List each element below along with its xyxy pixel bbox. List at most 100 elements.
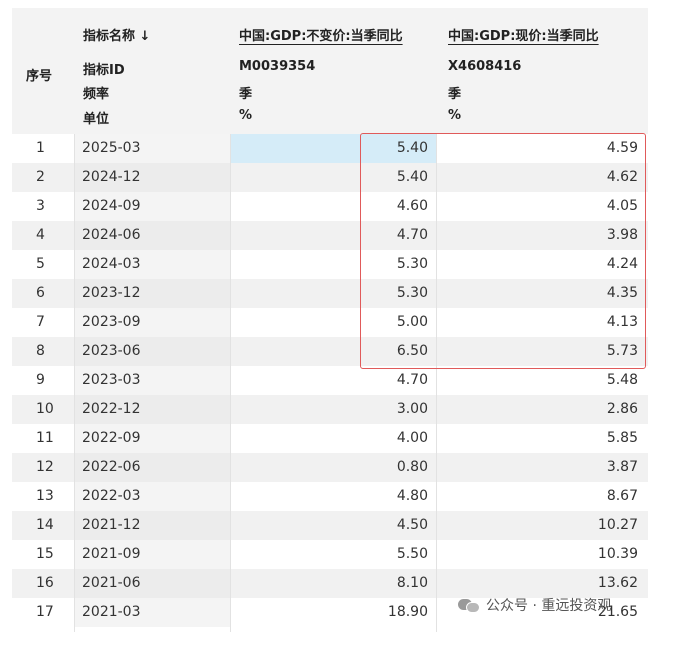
table-row[interactable]: 6 2023-12 5.30 4.35 (12, 279, 648, 308)
row-value-series2[interactable]: 4.05 (436, 192, 648, 221)
row-index[interactable]: 3 (12, 192, 74, 221)
row-index[interactable]: 5 (12, 250, 74, 279)
row-value-series1[interactable]: 6.50 (230, 337, 436, 366)
column-divider (74, 134, 75, 632)
table-row[interactable]: 14 2021-12 4.50 10.27 (12, 511, 648, 540)
row-value-series1[interactable]: 5.50 (230, 540, 436, 569)
row-index[interactable]: 17 (12, 598, 74, 627)
series1-unit: % (239, 108, 253, 123)
wechat-icon (458, 597, 480, 613)
row-date[interactable]: 2022-12 (74, 395, 230, 424)
row-date[interactable]: 2021-03 (74, 598, 230, 627)
row-value-series2[interactable]: 4.13 (436, 308, 648, 337)
row-index[interactable]: 10 (12, 395, 74, 424)
row-value-series2[interactable]: 2.86 (436, 395, 648, 424)
row-value-series1[interactable]: 4.00 (230, 424, 436, 453)
row-value-series2[interactable]: 8.67 (436, 482, 648, 511)
row-date[interactable]: 2024-09 (74, 192, 230, 221)
row-date[interactable]: 2023-06 (74, 337, 230, 366)
series1-frequency: 季 (239, 87, 253, 102)
table-row[interactable]: 9 2023-03 4.70 5.48 (12, 366, 648, 395)
row-value-series1[interactable]: 5.40 (230, 163, 436, 192)
table-row[interactable]: 5 2024-03 5.30 4.24 (12, 250, 648, 279)
series2-name[interactable]: 中国:GDP:现价:当季同比 (448, 25, 599, 44)
header-index: 序号 (26, 69, 53, 84)
row-value-series2[interactable]: 13.62 (436, 569, 648, 598)
row-value-series1[interactable]: 5.00 (230, 308, 436, 337)
column-divider (230, 134, 231, 632)
table-row[interactable]: 12 2022-06 0.80 3.87 (12, 453, 648, 482)
row-value-series1[interactable]: 5.40 (230, 134, 436, 163)
row-date[interactable]: 2021-12 (74, 511, 230, 540)
row-value-series1[interactable]: 3.00 (230, 395, 436, 424)
table-row[interactable]: 7 2023-09 5.00 4.13 (12, 308, 648, 337)
row-value-series1[interactable]: 4.70 (230, 366, 436, 395)
row-value-series2[interactable]: 3.98 (436, 221, 648, 250)
row-date[interactable]: 2023-12 (74, 279, 230, 308)
header-unit: 单位 (83, 112, 110, 127)
row-date[interactable]: 2022-09 (74, 424, 230, 453)
row-date[interactable]: 2024-03 (74, 250, 230, 279)
row-value-series1[interactable]: 8.10 (230, 569, 436, 598)
row-date[interactable]: 2022-03 (74, 482, 230, 511)
table-row[interactable]: 16 2021-06 8.10 13.62 (12, 569, 648, 598)
table-row[interactable]: 13 2022-03 4.80 8.67 (12, 482, 648, 511)
table-row[interactable]: 10 2022-12 3.00 2.86 (12, 395, 648, 424)
watermark: 公众号 · 重远投资观 (458, 595, 611, 615)
table-row[interactable]: 4 2024-06 4.70 3.98 (12, 221, 648, 250)
series1-id: M0039354 (239, 59, 316, 74)
series2-unit: % (448, 108, 462, 123)
row-index[interactable]: 4 (12, 221, 74, 250)
row-index[interactable]: 12 (12, 453, 74, 482)
row-date[interactable]: 2025-03 (74, 134, 230, 163)
series2-id: X4608416 (448, 59, 522, 74)
row-value-series1[interactable]: 4.50 (230, 511, 436, 540)
row-value-series1[interactable]: 0.80 (230, 453, 436, 482)
row-value-series2[interactable]: 3.87 (436, 453, 648, 482)
table-row[interactable]: 8 2023-06 6.50 5.73 (12, 337, 648, 366)
row-value-series2[interactable]: 5.85 (436, 424, 648, 453)
row-value-series1[interactable]: 18.90 (230, 598, 436, 627)
row-index[interactable]: 6 (12, 279, 74, 308)
row-date[interactable]: 2023-09 (74, 308, 230, 337)
row-value-series2[interactable]: 4.62 (436, 163, 648, 192)
row-value-series1[interactable]: 4.80 (230, 482, 436, 511)
row-date[interactable]: 2024-12 (74, 163, 230, 192)
header-indicator-id: 指标ID (83, 63, 125, 78)
table-row[interactable]: 15 2021-09 5.50 10.39 (12, 540, 648, 569)
row-value-series1[interactable]: 4.60 (230, 192, 436, 221)
row-value-series2[interactable]: 5.73 (436, 337, 648, 366)
row-value-series2[interactable]: 4.59 (436, 134, 648, 163)
row-value-series2[interactable]: 10.39 (436, 540, 648, 569)
series2-frequency: 季 (448, 87, 462, 102)
row-value-series1[interactable]: 5.30 (230, 250, 436, 279)
table-row[interactable]: 11 2022-09 4.00 5.85 (12, 424, 648, 453)
row-value-series1[interactable]: 5.30 (230, 279, 436, 308)
watermark-text: 公众号 · 重远投资观 (486, 598, 612, 614)
row-value-series2[interactable]: 10.27 (436, 511, 648, 540)
row-index[interactable]: 8 (12, 337, 74, 366)
row-index[interactable]: 2 (12, 163, 74, 192)
row-index[interactable]: 9 (12, 366, 74, 395)
series1-name[interactable]: 中国:GDP:不变价:当季同比 (239, 25, 403, 44)
row-index[interactable]: 13 (12, 482, 74, 511)
row-value-series1[interactable]: 4.70 (230, 221, 436, 250)
row-index[interactable]: 14 (12, 511, 74, 540)
header-indicator-name-sort[interactable]: 指标名称 ↓ (83, 25, 150, 44)
row-date[interactable]: 2023-03 (74, 366, 230, 395)
table-row[interactable]: 2 2024-12 5.40 4.62 (12, 163, 648, 192)
row-date[interactable]: 2024-06 (74, 221, 230, 250)
row-value-series2[interactable]: 4.35 (436, 279, 648, 308)
row-index[interactable]: 16 (12, 569, 74, 598)
row-date[interactable]: 2021-06 (74, 569, 230, 598)
row-date[interactable]: 2021-09 (74, 540, 230, 569)
row-index[interactable]: 1 (12, 134, 74, 163)
row-value-series2[interactable]: 4.24 (436, 250, 648, 279)
row-date[interactable]: 2022-06 (74, 453, 230, 482)
row-value-series2[interactable]: 5.48 (436, 366, 648, 395)
table-row[interactable]: 1 2025-03 5.40 4.59 (12, 134, 648, 163)
row-index[interactable]: 11 (12, 424, 74, 453)
row-index[interactable]: 15 (12, 540, 74, 569)
row-index[interactable]: 7 (12, 308, 74, 337)
table-row[interactable]: 3 2024-09 4.60 4.05 (12, 192, 648, 221)
